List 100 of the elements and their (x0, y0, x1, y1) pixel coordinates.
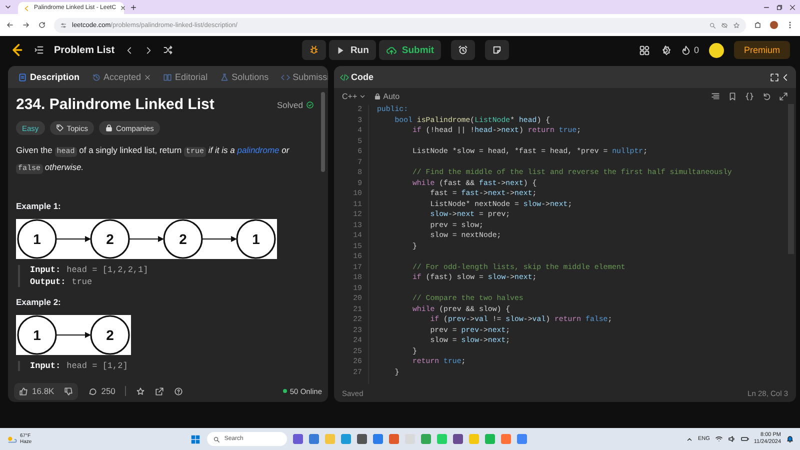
chevron-left-icon[interactable] (124, 46, 134, 54)
io-value: head = [1,2,2,1] (66, 265, 148, 275)
bug-icon (309, 45, 320, 55)
reload-icon[interactable] (38, 21, 46, 29)
streak-counter[interactable]: 0 (680, 45, 699, 55)
windows-start-icon[interactable] (190, 434, 202, 444)
plus-icon[interactable] (130, 4, 137, 10)
example-heading: Example 2: (16, 297, 62, 307)
solved-status: Solved (277, 100, 314, 110)
code-icon (340, 72, 349, 82)
comments-button[interactable]: 250 (88, 386, 116, 396)
play-icon (336, 46, 346, 54)
undo-icon[interactable] (762, 92, 771, 100)
eye-off-icon[interactable] (721, 22, 728, 28)
code-icon (280, 72, 290, 82)
arrow (128, 236, 164, 242)
fullscreen-icon[interactable] (770, 72, 779, 82)
braces-icon[interactable] (745, 92, 754, 100)
alarm-clock-icon (458, 45, 468, 55)
auto-mode[interactable]: Auto (374, 92, 400, 100)
format-icon[interactable] (711, 92, 720, 100)
logo-icon[interactable] (10, 43, 24, 57)
battery-icon[interactable] (740, 435, 749, 443)
expand-icon[interactable] (779, 92, 788, 100)
user-avatar[interactable] (708, 42, 724, 58)
cloud-upload-icon (386, 44, 397, 56)
search-icon (213, 436, 220, 442)
io-label: Output: (30, 277, 66, 287)
flame-icon (680, 45, 691, 55)
taskbar-app-icon[interactable] (389, 434, 400, 444)
run-button[interactable]: Run (329, 40, 376, 60)
debug-button[interactable] (302, 40, 326, 60)
settings-icon[interactable] (660, 44, 671, 56)
list-node: 1 (17, 315, 57, 355)
list-node: 2 (90, 219, 130, 259)
list-icon[interactable] (34, 45, 44, 55)
star-icon[interactable] (136, 386, 146, 396)
submit-button[interactable]: Submit (378, 40, 442, 60)
taskbar-app-icon[interactable] (309, 434, 320, 444)
check-circle-icon (306, 100, 314, 108)
list-node: 1 (17, 219, 57, 259)
document-icon (18, 72, 27, 82)
forward-icon[interactable] (22, 21, 30, 29)
restore-icon[interactable] (776, 4, 783, 10)
language-selector[interactable]: C++ (342, 92, 366, 100)
arrow (56, 332, 91, 338)
list-node: 2 (90, 315, 130, 355)
panel-tab[interactable]: Accepted (88, 70, 156, 84)
help-icon[interactable] (174, 386, 184, 396)
io-value: true (72, 277, 92, 287)
timer-button[interactable] (451, 40, 476, 60)
note-icon (492, 45, 502, 55)
profile-avatar[interactable] (770, 21, 778, 29)
star-icon[interactable] (733, 22, 740, 28)
taskbar-app-icon[interactable] (517, 434, 528, 444)
taskbar-app-icon[interactable] (357, 434, 368, 444)
io-label: Input: (30, 265, 61, 275)
panel-title: Code (351, 72, 374, 82)
wifi-icon[interactable] (714, 435, 723, 443)
thumbs-down-icon (64, 386, 74, 396)
tag-icon (56, 124, 64, 132)
io-label: Input: (30, 361, 61, 371)
chevron-left-icon[interactable] (781, 72, 790, 82)
notes-button[interactable] (485, 40, 510, 60)
taskbar-app-icon[interactable] (453, 434, 464, 444)
chevron-down-icon[interactable] (4, 3, 12, 11)
problem-title: 234. Palindrome Linked List (16, 96, 214, 113)
close-icon[interactable] (120, 5, 126, 11)
example-heading: Example 1: (16, 201, 62, 211)
volume-icon[interactable] (728, 435, 736, 443)
thumbs-up-icon (19, 386, 28, 396)
taskbar-app-icon[interactable] (293, 434, 304, 444)
panel-tab[interactable]: Editorial (159, 70, 212, 84)
site-info-icon[interactable] (60, 22, 67, 28)
extensions-icon[interactable] (754, 21, 762, 29)
close-icon[interactable] (789, 4, 796, 10)
book-icon (163, 72, 172, 82)
back-icon[interactable] (6, 21, 14, 29)
arrow (56, 236, 91, 242)
premium-button[interactable]: Premium (734, 41, 790, 59)
taskbar-app-icon[interactable] (373, 434, 384, 444)
bookmark-icon[interactable] (728, 92, 737, 100)
flask-icon (220, 72, 229, 82)
chevron-down-icon (359, 92, 366, 100)
palindrome-link[interactable]: palindrome (237, 145, 280, 155)
problem-list-link[interactable]: Problem List (54, 44, 115, 56)
list-node: 2 (163, 219, 203, 259)
lock-icon (374, 92, 382, 100)
list-node: 1 (236, 219, 276, 259)
zoom-icon[interactable] (709, 22, 716, 28)
chevron-up-icon[interactable] (686, 436, 693, 442)
panel-tab[interactable]: Solutions (216, 70, 273, 84)
layout-grid-icon[interactable] (638, 44, 650, 56)
panel-tab[interactable]: Description (14, 70, 84, 84)
comment-icon (88, 386, 98, 396)
bell-icon[interactable] (786, 435, 794, 443)
lock-icon (104, 124, 113, 132)
shuffle-icon[interactable] (162, 45, 173, 55)
share-icon[interactable] (155, 386, 164, 396)
io-value: head = [1,2] (66, 361, 128, 371)
